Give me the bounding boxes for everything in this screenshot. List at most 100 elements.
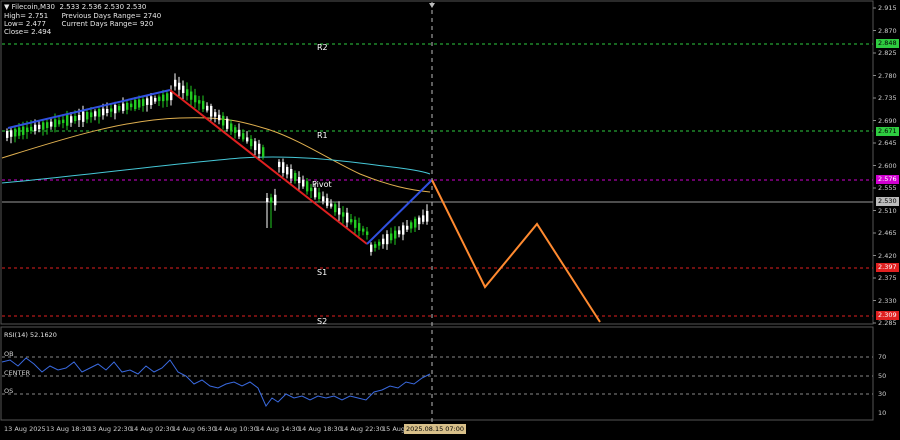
candle-body	[278, 161, 281, 168]
candle-body	[186, 89, 189, 96]
candle-body	[410, 222, 413, 229]
candle-body	[266, 197, 269, 203]
candle-body	[22, 126, 25, 135]
time-axis-label: 13 Aug 2025	[4, 425, 46, 433]
price-axis-label: 2.870	[878, 26, 897, 35]
current-price-tag: 2.530	[876, 197, 899, 206]
candle-body	[150, 96, 153, 106]
time-axis-label: 14 Aug 02:30	[130, 425, 174, 433]
candle-body	[366, 231, 369, 235]
price-axis-label: 2.555	[878, 184, 897, 192]
candle-body	[98, 109, 101, 117]
candle-body	[170, 91, 173, 101]
rsi-axis-10: 10	[878, 409, 887, 417]
candle-body	[218, 114, 221, 121]
forecast-line	[431, 179, 601, 323]
candle-body	[26, 127, 29, 132]
candle-body	[238, 129, 241, 137]
candle-body	[334, 204, 337, 213]
price-axis-label: 2.285	[878, 319, 897, 327]
candle-body	[306, 181, 309, 192]
rsi-os-label: OS	[4, 387, 14, 395]
candle-body	[354, 219, 357, 228]
r1-label: R1	[317, 131, 328, 140]
candle-body	[18, 127, 21, 136]
price-axis-label: 2.420	[878, 251, 897, 260]
candle-body	[378, 241, 381, 246]
downtrend-line	[169, 89, 368, 245]
candle-body	[94, 111, 97, 117]
rsi-pane-frame	[0, 326, 874, 421]
pivot-price-tag: 2.576	[876, 175, 899, 184]
candle-body	[174, 79, 177, 87]
candle-body	[394, 230, 397, 239]
candle-body	[142, 99, 145, 106]
price-axis-label: 2.825	[878, 49, 897, 57]
candle-body	[298, 177, 301, 184]
candle-body	[78, 114, 81, 121]
r1-price-tag: 2.671	[876, 127, 899, 136]
candle-body	[38, 124, 41, 130]
price-chart[interactable]	[0, 0, 900, 440]
candle-body	[322, 196, 325, 202]
price-axis-label: 2.690	[878, 116, 897, 125]
candle-body	[214, 112, 217, 117]
uptrend-line-1	[7, 89, 171, 129]
candle-body	[82, 111, 85, 122]
time-cursor-tag: 2025.08.15 07:00	[404, 424, 467, 434]
candle-body	[10, 130, 13, 137]
candle-body	[254, 141, 257, 151]
candle-body	[46, 122, 49, 128]
time-axis-label: 14 Aug 22:30	[340, 425, 384, 433]
candle-body	[138, 99, 141, 108]
candle-body	[106, 109, 109, 114]
candle-body	[54, 119, 57, 128]
rsi-title: RSI(14) 52.1620	[4, 331, 57, 339]
time-axis-label: 14 Aug 10:30	[214, 425, 258, 433]
candle-body	[426, 210, 429, 222]
candle-body	[406, 225, 409, 230]
candle-body	[262, 147, 265, 157]
time-axis-label: 13 Aug 18:30	[46, 425, 90, 433]
candle-body	[302, 179, 305, 187]
time-axis-label: 14 Aug 18:30	[298, 425, 342, 433]
candle-body	[234, 127, 237, 133]
candle-body	[286, 166, 289, 175]
price-axis-label: 2.375	[878, 274, 897, 282]
candle-body	[110, 108, 113, 112]
candle-body	[258, 143, 261, 154]
rsi-axis-70: 70	[878, 353, 887, 361]
candle-body	[226, 118, 229, 129]
price-axis-label: 2.510	[878, 206, 897, 215]
candle-body	[182, 85, 185, 94]
s1-label: S1	[317, 268, 328, 277]
candle-body	[134, 99, 137, 110]
candle-body	[162, 94, 165, 102]
candle-body	[374, 244, 377, 248]
candle-body	[14, 128, 17, 137]
chart-window[interactable]: ▼ Filecoin,M30 2.533 2.536 2.530 2.530 H…	[0, 0, 900, 440]
rsi-axis-50: 50	[878, 372, 887, 380]
candle-body	[358, 223, 361, 231]
ma-slow-line	[1, 156, 431, 184]
candle-body	[230, 123, 233, 131]
price-axis-label: 2.735	[878, 94, 897, 102]
candle-body	[126, 102, 129, 110]
candle-body	[294, 172, 297, 181]
candle-body	[130, 103, 133, 108]
candle-body	[314, 187, 317, 198]
price-axis-label: 2.915	[878, 4, 897, 12]
candle-body	[42, 122, 45, 130]
candle-body	[346, 212, 349, 223]
candle-body	[370, 244, 373, 252]
rsi-line	[1, 357, 431, 407]
price-axis-label: 2.465	[878, 229, 897, 237]
candle-body	[246, 137, 249, 142]
candle-body	[122, 103, 125, 111]
candle-body	[386, 234, 389, 245]
candle-body	[30, 126, 33, 131]
candle-body	[62, 119, 65, 124]
candle-body	[318, 192, 321, 200]
pivot-label: Pivot	[312, 180, 332, 189]
candle-body	[270, 197, 273, 203]
